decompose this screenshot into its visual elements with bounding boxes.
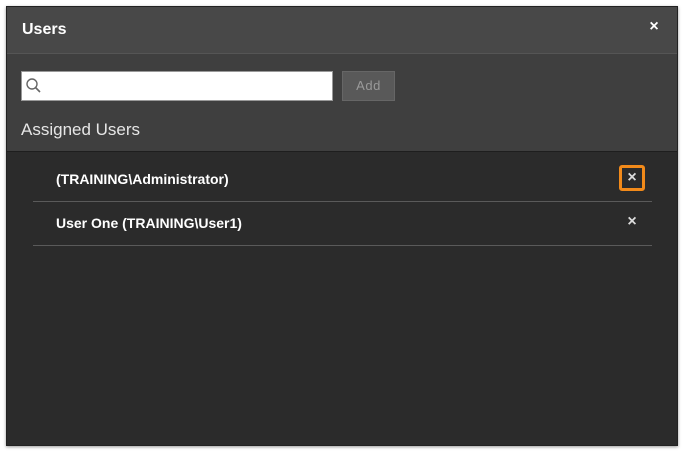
search-field[interactable] bbox=[21, 71, 333, 101]
add-button[interactable]: Add bbox=[342, 71, 395, 101]
user-label: (TRAINING\Administrator) bbox=[56, 171, 229, 187]
search-icon bbox=[26, 78, 41, 93]
list-item: User One (TRAINING\User1) × bbox=[33, 202, 652, 246]
close-icon[interactable]: × bbox=[645, 17, 663, 37]
remove-icon[interactable]: × bbox=[619, 209, 645, 235]
search-input[interactable] bbox=[44, 74, 332, 100]
assigned-users-heading: Assigned Users bbox=[21, 120, 141, 139]
users-dialog: Users × Add Assigned Users (TRAINING\Adm… bbox=[6, 6, 678, 446]
remove-icon[interactable]: × bbox=[619, 165, 645, 191]
user-label: User One (TRAINING\User1) bbox=[56, 215, 242, 231]
dialog-titlebar: Users × bbox=[7, 7, 677, 54]
list-item: (TRAINING\Administrator) × bbox=[33, 158, 652, 202]
assigned-users-list: (TRAINING\Administrator) × User One (TRA… bbox=[7, 151, 677, 445]
dialog-title: Users bbox=[22, 21, 67, 38]
